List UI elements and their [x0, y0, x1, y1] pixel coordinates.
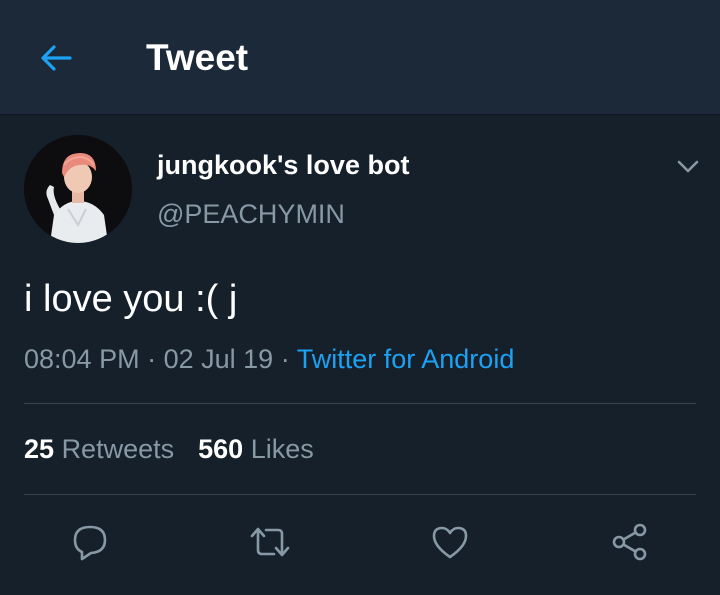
meta-separator: · [147, 344, 157, 374]
heart-icon [432, 526, 468, 559]
avatar-image [24, 135, 132, 243]
avatar[interactable] [24, 135, 132, 243]
back-button[interactable] [36, 38, 76, 78]
reply-icon [73, 525, 107, 561]
like-button[interactable] [428, 520, 472, 564]
reply-button[interactable] [68, 520, 112, 564]
retweets-label: Retweets [61, 434, 175, 464]
page-title: Tweet [146, 37, 249, 78]
author-handle[interactable]: @PEACHYMIN [157, 197, 345, 231]
retweets-stat[interactable]: 25 Retweets [24, 434, 174, 464]
divider [24, 403, 696, 404]
tweet-meta: 08:04 PM · 02 Jul 19 · Twitter for Andro… [24, 341, 514, 377]
share-icon [612, 523, 647, 561]
likes-stat[interactable]: 560 Likes [198, 434, 314, 464]
chevron-down-icon [677, 160, 699, 173]
retweets-count: 25 [24, 434, 55, 464]
tweet-date: 02 Jul 19 [163, 344, 274, 374]
tweet-time: 08:04 PM [24, 344, 140, 374]
tweet-source-link[interactable]: Twitter for Android [297, 344, 515, 374]
meta-separator: · [280, 344, 290, 374]
likes-label: Likes [250, 434, 314, 464]
author-display-name[interactable]: jungkook's love bot [157, 148, 409, 182]
retweet-button[interactable] [248, 520, 292, 564]
share-button[interactable] [608, 520, 652, 564]
tweet-menu-button[interactable] [672, 150, 704, 182]
likes-count: 560 [198, 434, 244, 464]
retweet-icon [250, 527, 290, 557]
top-app-bar: Tweet [0, 0, 720, 115]
tweet-stats: 25 Retweets 560 Likes [24, 431, 314, 467]
divider [24, 494, 696, 495]
arrow-left-icon [41, 45, 72, 71]
tweet-text: i love you :( j [24, 278, 238, 320]
